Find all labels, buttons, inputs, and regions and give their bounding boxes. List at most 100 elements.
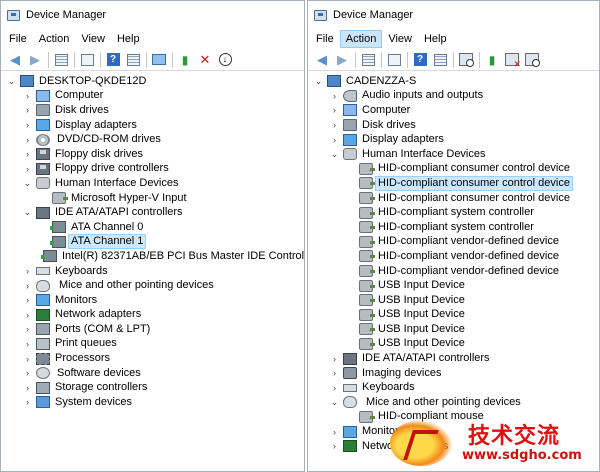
menu-help[interactable]: Help [111,30,146,48]
menu-view[interactable]: View [382,30,418,48]
title-bar[interactable]: Device Manager [308,1,599,29]
scan-hardware-icon[interactable] [458,52,474,68]
tree-item-usb-input-device[interactable]: USB Input Device [308,308,599,323]
tree-item-monitors[interactable]: › Monitors [1,293,304,308]
tree-item-hid-compliant-consumer-control-device[interactable]: HID-compliant consumer control device [308,191,599,206]
menu-view[interactable]: View [75,30,111,48]
forward-arrow-icon[interactable]: ▶ [27,52,43,68]
collapse-chevron-icon[interactable]: ⌄ [23,207,32,218]
tree-item-audio-inputs-and-outputs[interactable]: › Audio inputs and outputs [308,89,599,104]
tree-item-microsoft-hyper-v-input[interactable]: Microsoft Hyper-V Input [1,191,304,206]
tree-item-usb-input-device[interactable]: USB Input Device [308,322,599,337]
tree-item-keyboards[interactable]: › Keyboards [1,264,304,279]
collapse-chevron-icon[interactable]: ⌄ [330,397,339,408]
forward-arrow-icon[interactable]: ▶ [334,52,350,68]
expand-chevron-icon[interactable]: › [23,310,32,320]
tree-item-mice-and-other-pointing-devices[interactable]: ⌄ Mice and other pointing devices [308,395,599,410]
monitor-icon[interactable] [151,52,167,68]
expand-chevron-icon[interactable]: › [23,295,32,305]
tree-item-floppy-drive-controllers[interactable]: › Floppy drive controllers [1,162,304,177]
tree-item-ide-ata-atapi-controllers[interactable]: ⌄ IDE ATA/ATAPI controllers [1,205,304,220]
expand-chevron-icon[interactable]: › [330,120,339,130]
tree-item-usb-input-device[interactable]: USB Input Device [308,293,599,308]
expand-chevron-icon[interactable]: › [23,149,32,159]
expand-chevron-icon[interactable]: › [23,135,32,145]
device-list-icon[interactable] [125,52,141,68]
tree-item-hid-compliant-vendor-defined-device[interactable]: HID-compliant vendor-defined device [308,264,599,279]
menu-file[interactable]: File [310,30,340,48]
expand-chevron-icon[interactable]: › [23,91,32,101]
help-icon[interactable]: ? [105,52,121,68]
uninstall-icon[interactable]: ✕ [197,52,213,68]
expand-chevron-icon[interactable]: › [23,397,32,407]
collapse-chevron-icon[interactable]: ⌄ [330,149,339,160]
disable-device-icon[interactable]: ↓ [217,52,233,68]
tree-item-ata-channel-1[interactable]: ATA Channel 1 [1,234,304,250]
expand-chevron-icon[interactable]: › [330,441,339,451]
collapse-chevron-icon[interactable]: ⌄ [314,76,323,87]
collapse-chevron-icon[interactable]: ⌄ [7,76,16,87]
expand-chevron-icon[interactable]: › [330,354,339,364]
tree-item-display-adapters[interactable]: › Display adapters [1,118,304,133]
tree-item-keyboards[interactable]: › Keyboards [308,380,599,395]
tree-item-imaging-devices[interactable]: › Imaging devices [308,366,599,381]
tree-item-floppy-disk-drives[interactable]: › Floppy disk drives [1,147,304,162]
expand-chevron-icon[interactable]: › [23,120,32,130]
back-arrow-icon[interactable]: ◀ [7,52,23,68]
tree-item-hid-compliant-consumer-control-device[interactable]: HID-compliant consumer control device [308,175,599,191]
disable-device-icon[interactable] [524,52,540,68]
tree-item-intel-r-82371ab-eb-pci-bus-master-ide-controller[interactable]: Intel(R) 82371AB/EB PCI Bus Master IDE C… [1,249,304,264]
tree-item-cadenzza-s[interactable]: ⌄ CADENZZA-S [308,74,599,89]
tree-item-ide-ata-atapi-controllers[interactable]: › IDE ATA/ATAPI controllers [308,351,599,366]
menu-file[interactable]: File [3,30,33,48]
show-hide-console-tree-icon[interactable] [386,52,402,68]
tree-item-computer[interactable]: › Computer [308,103,599,118]
tree-item-hid-compliant-mouse[interactable]: HID-compliant mouse [308,410,599,425]
properties-icon[interactable] [53,52,69,68]
tree-item-usb-input-device[interactable]: USB Input Device [308,278,599,293]
expand-chevron-icon[interactable]: › [23,368,32,378]
tree-item-print-queues[interactable]: › Print queues [1,337,304,352]
title-bar[interactable]: Device Manager [1,1,304,29]
expand-chevron-icon[interactable]: › [330,368,339,378]
tree-item-hid-compliant-vendor-defined-device[interactable]: HID-compliant vendor-defined device [308,235,599,250]
expand-chevron-icon[interactable]: › [330,135,339,145]
back-arrow-icon[interactable]: ◀ [314,52,330,68]
tree-item-network-adapters[interactable]: › Network adapters [1,308,304,323]
expand-chevron-icon[interactable]: › [23,324,32,334]
menu-action[interactable]: Action [33,30,76,48]
collapse-chevron-icon[interactable]: ⌄ [23,178,32,189]
tree-item-ata-channel-0[interactable]: ATA Channel 0 [1,220,304,235]
properties-icon[interactable] [360,52,376,68]
expand-chevron-icon[interactable]: › [330,383,339,393]
uninstall-icon[interactable] [504,52,521,69]
device-list-icon[interactable] [432,52,448,68]
expand-chevron-icon[interactable]: › [330,427,339,437]
tree-item-human-interface-devices[interactable]: ⌄ Human Interface Devices [1,176,304,191]
tree-item-software-devices[interactable]: › Software devices [1,366,304,381]
help-icon[interactable]: ? [412,52,428,68]
tree-item-system-devices[interactable]: › System devices [1,395,304,410]
expand-chevron-icon[interactable]: › [23,266,32,276]
tree-item-monitors[interactable]: › Monitors [308,424,599,439]
tree-item-ports-com-lpt[interactable]: › Ports (COM & LPT) [1,322,304,337]
tree-item-display-adapters[interactable]: › Display adapters [308,132,599,147]
tree-item-desktop-qkde12d[interactable]: ⌄ DESKTOP-QKDE12D [1,74,304,89]
menu-help[interactable]: Help [418,30,453,48]
tree-item-network-adapters[interactable]: › Network adapters [308,439,599,454]
tree-item-disk-drives[interactable]: › Disk drives [308,118,599,133]
expand-chevron-icon[interactable]: › [23,354,32,364]
tree-item-computer[interactable]: › Computer [1,89,304,104]
tree-item-usb-input-device[interactable]: USB Input Device [308,337,599,352]
tree-item-hid-compliant-consumer-control-device[interactable]: HID-compliant consumer control device [308,162,599,177]
tree-item-dvd-cd-rom-drives[interactable]: › DVD/CD-ROM drives [1,132,304,147]
tree-item-hid-compliant-vendor-defined-device[interactable]: HID-compliant vendor-defined device [308,249,599,264]
tree-item-hid-compliant-system-controller[interactable]: HID-compliant system controller [308,220,599,235]
expand-chevron-icon[interactable]: › [23,339,32,349]
expand-chevron-icon[interactable]: › [330,105,339,115]
expand-chevron-icon[interactable]: › [330,91,339,101]
update-driver-icon[interactable]: ▮ [177,52,193,68]
tree-item-disk-drives[interactable]: › Disk drives [1,103,304,118]
update-driver-icon[interactable]: ▮ [484,52,500,68]
expand-chevron-icon[interactable]: › [23,164,32,174]
